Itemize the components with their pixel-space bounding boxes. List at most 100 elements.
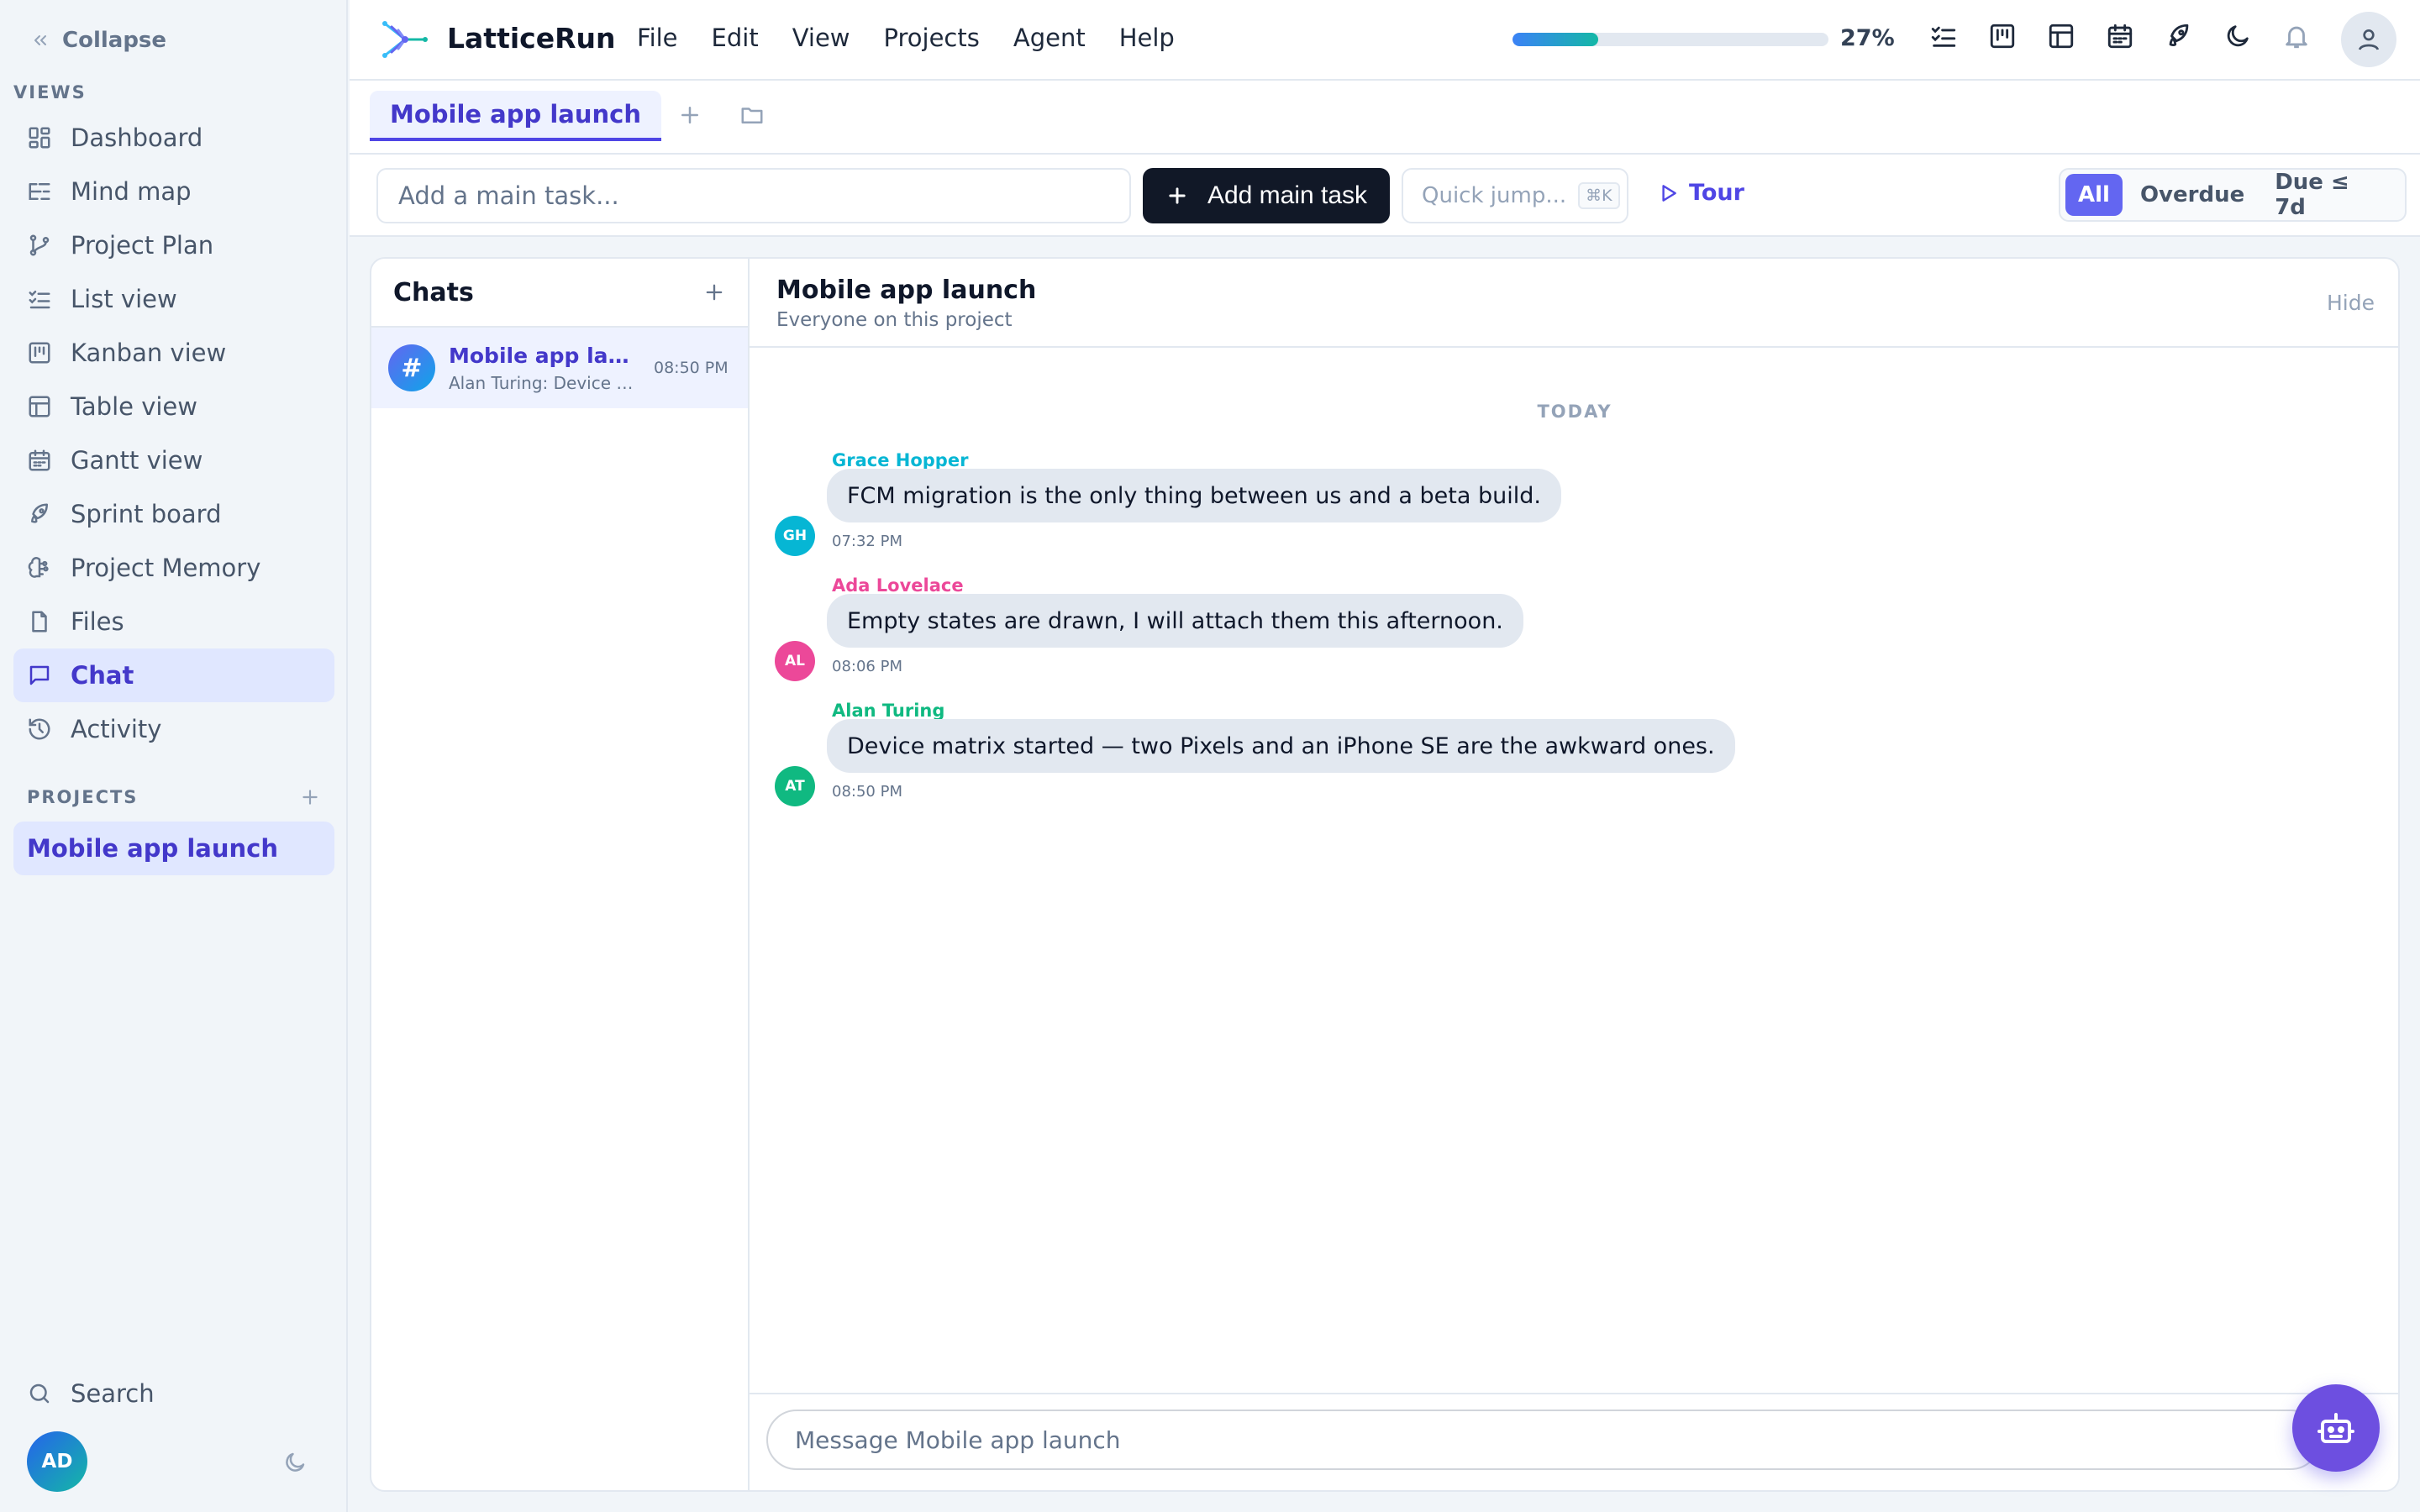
channel-avatar: #: [388, 344, 435, 391]
branch-icon: [27, 233, 52, 258]
moon-icon[interactable]: [2223, 22, 2252, 50]
rocket-icon[interactable]: [2165, 22, 2193, 50]
message: Ada Lovelace Empty states are drawn, I w…: [775, 575, 1951, 688]
hide-button[interactable]: Hide: [2327, 291, 2375, 315]
add-main-task-label: Add main task: [1207, 181, 1368, 209]
list-check-icon: [27, 286, 52, 312]
new-chat-icon[interactable]: [702, 281, 726, 304]
top-bar: LatticeRun File Edit View Projects Agent…: [350, 0, 2420, 81]
chat-info: Mobile app launch Alan Turing: Device ma…: [449, 344, 637, 393]
sidebar-item-activity[interactable]: Activity: [13, 702, 334, 756]
sidebar-search-button[interactable]: Search: [27, 1379, 155, 1408]
sidebar-item-list-view[interactable]: List view: [13, 272, 334, 326]
sidebar-item-label: Activity: [71, 715, 162, 743]
chats-title: Chats: [393, 277, 474, 307]
play-icon: [1657, 182, 1679, 204]
bell-icon[interactable]: [2282, 22, 2311, 50]
sidebar-item-dashboard[interactable]: Dashboard: [13, 111, 334, 165]
sidebar-item-gantt-view[interactable]: Gantt view: [13, 433, 334, 487]
chat-panel: Chats # Mobile app launch Alan Turing: D…: [370, 257, 2400, 1492]
quick-jump-shortcut: ⌘K: [1578, 182, 1620, 209]
sidebar-item-mind-map[interactable]: Mind map: [13, 165, 334, 218]
tour-button[interactable]: Tour: [1657, 180, 1744, 206]
progress-fill: [1512, 33, 1598, 46]
filter-all[interactable]: All: [2065, 174, 2123, 216]
due-filter-group: All Overdue Due ≤ 7d: [2059, 168, 2407, 222]
user-avatar[interactable]: AD: [27, 1431, 87, 1492]
lattice-logo-icon: [380, 18, 430, 60]
message: Alan Turing Device matrix started — two …: [775, 701, 1951, 813]
views-nav: Dashboard Mind map Project Plan List vie…: [13, 111, 334, 756]
sidebar-item-label: Sprint board: [71, 500, 222, 528]
brain-icon: [27, 555, 52, 580]
message-time: 08:50 PM: [832, 783, 902, 801]
sidebar-item-kanban-view[interactable]: Kanban view: [13, 326, 334, 380]
message-avatar: GH: [775, 516, 815, 556]
menu-edit[interactable]: Edit: [712, 24, 759, 52]
filter-overdue[interactable]: Overdue: [2128, 174, 2257, 216]
top-icon-bar: [1929, 22, 2311, 50]
mind-map-icon: [27, 179, 52, 204]
list-check-icon[interactable]: [1929, 22, 1958, 50]
menu-agent[interactable]: Agent: [1013, 24, 1086, 52]
collapse-button[interactable]: Collapse: [30, 24, 166, 57]
quick-jump-placeholder: Quick jump...: [1422, 183, 1567, 208]
table-icon[interactable]: [2047, 22, 2075, 50]
conversation-title: Mobile app launch: [776, 276, 1037, 305]
progress-percent: 27%: [1840, 25, 1895, 51]
projects-section-label: PROJECTS: [27, 787, 139, 807]
kanban-icon: [27, 340, 52, 365]
task-toolbar: Add main task Quick jump... ⌘K Tour All …: [350, 155, 2420, 237]
sidebar-item-label: Mind map: [71, 177, 192, 206]
projects-section-header: PROJECTS: [27, 786, 321, 808]
moon-icon[interactable]: [282, 1450, 308, 1475]
chat-icon: [27, 663, 52, 688]
message-author: Ada Lovelace: [832, 575, 964, 596]
message-input[interactable]: [766, 1410, 2321, 1470]
day-divider: TODAY: [1537, 402, 1612, 422]
folder-icon[interactable]: [739, 102, 765, 128]
message-time: 08:06 PM: [832, 658, 902, 675]
tab-mobile-app-launch[interactable]: Mobile app launch: [370, 91, 662, 141]
menu-file[interactable]: File: [637, 24, 678, 52]
menu-view[interactable]: View: [792, 24, 850, 52]
message-avatar: AL: [775, 641, 815, 681]
calendar-icon[interactable]: [2106, 22, 2134, 50]
message-time: 07:32 PM: [832, 533, 902, 550]
agent-fab-button[interactable]: [2292, 1384, 2380, 1472]
sidebar-item-label: Files: [71, 607, 124, 636]
chats-header: Chats: [371, 259, 748, 328]
quick-jump-input[interactable]: Quick jump... ⌘K: [1402, 168, 1628, 223]
menu-projects[interactable]: Projects: [884, 24, 980, 52]
rocket-icon: [27, 501, 52, 527]
sidebar-item-table-view[interactable]: Table view: [13, 380, 334, 433]
sidebar-item-label: Chat: [71, 661, 134, 690]
app-title: LatticeRun: [447, 22, 616, 55]
kanban-icon[interactable]: [1988, 22, 2017, 50]
sidebar-item-project-memory[interactable]: Project Memory: [13, 541, 334, 595]
add-tab-icon[interactable]: [677, 102, 702, 128]
sidebar-project-mobile-app-launch[interactable]: Mobile app launch: [13, 822, 334, 875]
sidebar-item-chat[interactable]: Chat: [13, 648, 334, 702]
sidebar-item-label: List view: [71, 285, 177, 313]
file-icon: [27, 609, 52, 634]
table-icon: [27, 394, 52, 419]
tour-label: Tour: [1689, 180, 1744, 206]
dashboard-icon: [27, 125, 52, 150]
sidebar-item-project-plan[interactable]: Project Plan: [13, 218, 334, 272]
menu-help[interactable]: Help: [1119, 24, 1175, 52]
conversation-subtitle: Everyone on this project: [776, 309, 1013, 331]
filter-due-7d[interactable]: Due ≤ 7d: [2262, 170, 2400, 220]
collapse-label: Collapse: [62, 28, 167, 53]
user-menu-button[interactable]: [2341, 12, 2396, 67]
message: Grace Hopper FCM migration is the only t…: [775, 450, 1951, 563]
add-project-icon[interactable]: [299, 786, 321, 808]
chat-list-item[interactable]: # Mobile app launch Alan Turing: Device …: [371, 328, 748, 408]
sidebar-item-files[interactable]: Files: [13, 595, 334, 648]
main-task-input[interactable]: [376, 168, 1131, 223]
sidebar-item-sprint-board[interactable]: Sprint board: [13, 487, 334, 541]
add-main-task-button[interactable]: Add main task: [1143, 168, 1390, 223]
menu-bar: File Edit View Projects Agent Help: [637, 24, 1175, 52]
robot-icon: [2316, 1408, 2356, 1448]
chat-preview: Alan Turing: Device matrix started — two…: [449, 372, 637, 393]
